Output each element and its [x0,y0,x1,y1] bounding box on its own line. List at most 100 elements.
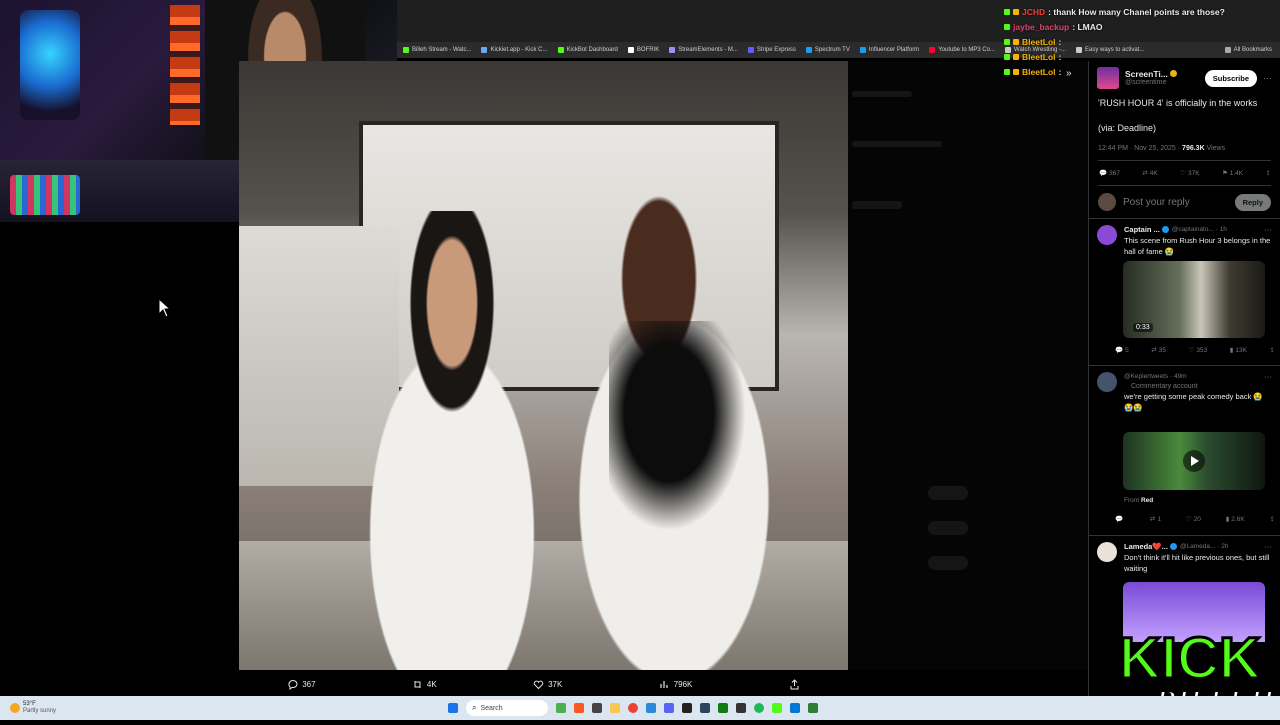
repost-button[interactable]: 4K [412,679,437,690]
bookmark-item[interactable]: Billeh Stream - Watc... [403,47,471,53]
app-icon[interactable] [574,703,584,713]
chat-user: BleetLol [1022,66,1056,77]
views-button[interactable]: ▮ 13K [1230,346,1247,355]
edge-icon[interactable] [646,703,656,713]
reply-input[interactable]: Post your reply [1123,197,1228,208]
more-icon[interactable]: ⋯ [1265,542,1273,551]
widgets-icon[interactable] [556,703,566,713]
more-icon[interactable]: ⋯ [1265,372,1273,381]
tweet-photo-expanded[interactable] [239,61,848,670]
account-label: Commentary account [1131,383,1198,391]
bookmark-item[interactable]: Youtube to MP3 Co... [929,47,995,53]
author-handle[interactable]: @screentime [1125,79,1199,87]
badge-icon [1013,38,1019,45]
reply-button[interactable]: 💬 [1115,515,1125,523]
badge-icon [1004,23,1010,30]
reply-composer: Post your reply Reply [1089,186,1280,218]
chat-user: BleetLol [1022,51,1056,62]
search-box[interactable]: ⌕ Search [466,700,548,716]
kick-icon [557,47,564,53]
bookmark-item[interactable]: StreamElements - M... [669,47,738,53]
stripe-icon [747,47,754,53]
reply-icon [288,679,298,690]
share-icon[interactable]: ⇪ [1270,346,1275,354]
taskview-icon[interactable] [592,703,602,713]
start-icon[interactable] [448,703,458,713]
bookmark-item[interactable]: BOFRIK [627,47,659,53]
repost-button[interactable]: ⇄ 1 [1150,515,1161,524]
reply-button[interactable]: 367 [287,679,316,690]
obs-icon[interactable] [736,703,746,713]
bookmark-item[interactable]: Influencer Platform [859,47,919,53]
chat-line: BleetLol: [1004,34,1274,49]
like-button[interactable]: ♡ 20 [1186,515,1201,524]
share-icon[interactable]: ⇪ [1270,515,1275,523]
repost-button[interactable]: ⇄ 4K [1142,169,1157,178]
views-button[interactable]: 796K [659,679,692,690]
bookmark-item[interactable]: KickBot Dashboard [557,47,618,53]
verified-icon [1169,543,1177,551]
repost-icon [414,680,421,688]
avatar[interactable] [1097,225,1117,246]
reply-submit-button[interactable]: Reply [1234,193,1271,211]
reply-video[interactable]: 0:33 [1123,261,1265,339]
folder-icon[interactable] [610,703,620,713]
streamelements-icon [669,47,676,53]
reply-text: This scene from Rush Hour 3 belongs in t… [1124,236,1271,256]
share-button[interactable] [789,678,800,690]
reply-tweet[interactable]: @Keplertweets · 49m ⋯ Commentary account… [1089,366,1280,535]
chat-user: jaybe_backup [1013,21,1070,32]
xbox-icon[interactable] [718,703,728,713]
like-button[interactable]: 37K [533,679,562,690]
rgb-lamp [20,10,80,120]
badge-icon [1013,68,1019,75]
views-button[interactable]: ▮ 2.6K [1226,515,1245,524]
bookmark-item[interactable]: Stripe Express [747,47,796,53]
windows-taskbar: 53°F Partly sunny ⌕ Search [0,696,1280,720]
repost-button[interactable]: ⇄ 35 [1151,346,1166,355]
from-label: From Red [1124,497,1154,505]
kick-icon[interactable] [772,703,782,713]
bookmark-button[interactable]: ⚑ 1.4K [1222,169,1243,178]
chrome-icon[interactable] [628,703,638,713]
chat-user: JCHD [1022,6,1046,17]
diamond-icon [627,47,634,53]
reply-button[interactable]: 💬 367 [1099,169,1120,178]
badge-icon [1004,8,1010,15]
badge-icon [1013,53,1019,60]
photo-action-bar: 367 4K 37K 796K [239,672,848,696]
avatar[interactable] [1097,372,1117,393]
keyboard [10,175,80,215]
tweet-stats: 💬 367 ⇄ 4K ♡ 37K ⚑ 1.4K ⇪ [1089,161,1280,178]
share-icon [790,678,799,689]
app-icon[interactable] [808,703,818,713]
discord-icon[interactable] [664,703,674,713]
author-name[interactable]: Captain ... [1124,225,1160,234]
more-icon[interactable]: ⋯ [1265,225,1273,234]
badge-icon [1013,8,1019,15]
influencer-icon [859,47,866,53]
weather-widget[interactable]: 53°F Partly sunny [0,701,120,714]
video-duration: 0:33 [1133,323,1153,333]
author-name[interactable]: Lameda❤️... [1124,542,1168,551]
steam-icon[interactable] [700,703,710,713]
reply-tweet[interactable]: Captain ... @captainato... · 1h ⋯ This s… [1089,219,1280,365]
spotify-icon[interactable] [754,703,764,713]
play-icon[interactable] [1183,450,1205,473]
like-button[interactable]: ♡ 353 [1189,346,1208,355]
reply-button[interactable]: 💬 5 [1115,346,1129,355]
bookmark-item[interactable]: Spectrum TV [805,47,850,53]
reply-stats: 💬 5 ⇄ 35 ♡ 353 ▮ 13K ⇪ [1115,346,1275,355]
views-icon [660,680,668,688]
reply-stats: 💬 ⇄ 1 ♡ 20 ▮ 2.6K ⇪ [1115,515,1275,524]
share-icon[interactable]: ⇪ [1266,169,1271,177]
like-button[interactable]: ♡ 37K [1180,169,1199,178]
reply-video[interactable] [1123,432,1265,491]
app-icon[interactable] [790,703,800,713]
terminal-icon[interactable] [682,703,692,713]
dimmed-timeline [848,61,1088,670]
mouse-cursor-icon [158,297,172,318]
avatar[interactable] [1097,542,1117,563]
bookmark-item[interactable]: Kickiet.app - Kick C... [481,47,548,53]
avatar [1098,193,1116,212]
